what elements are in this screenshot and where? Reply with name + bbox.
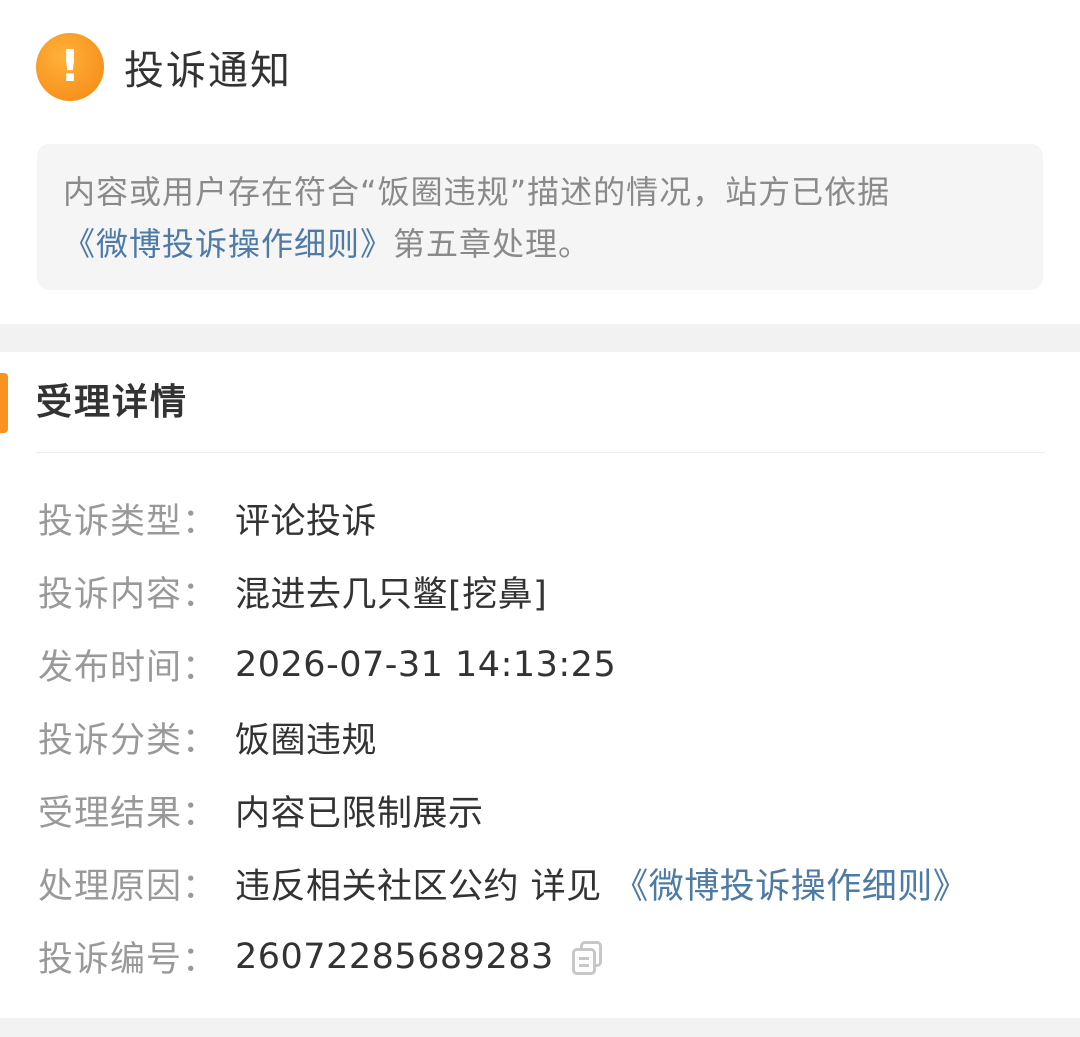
copy-icon[interactable] xyxy=(571,940,606,975)
divider xyxy=(36,452,1045,453)
detail-row-time: 发布时间： 2026-07-31 14:13:25 xyxy=(38,628,1058,701)
reason-text: 违反相关社区公约 详见 xyxy=(235,867,602,907)
detail-label: 投诉类型： xyxy=(38,502,219,542)
notice-text-prefix: 内容或用户存在符合“饭圈违规”描述的情况，站方已依据 xyxy=(63,173,891,211)
rule-link[interactable]: 《微博投诉操作细则》 xyxy=(63,225,393,263)
detail-value: 混进去几只鳖[挖鼻] xyxy=(235,575,548,615)
rule-link[interactable]: 《微博投诉操作细则》 xyxy=(613,867,968,907)
detail-label: 受理结果： xyxy=(38,794,219,834)
detail-row-reason: 处理原因： 违反相关社区公约 详见 《微博投诉操作细则》 xyxy=(38,847,1058,920)
detail-label: 处理原因： xyxy=(38,867,219,907)
detail-row-result: 受理结果： 内容已限制展示 xyxy=(38,774,1058,847)
detail-value: 2026-07-31 14:13:25 xyxy=(235,644,617,685)
detail-row-type: 投诉类型： 评论投诉 xyxy=(38,482,1058,555)
detail-label: 发布时间： xyxy=(38,648,219,688)
notice-text-suffix: 第五章处理。 xyxy=(393,225,592,263)
detail-value: 内容已限制展示 xyxy=(235,794,484,834)
notice-title: 投诉通知 xyxy=(124,48,292,94)
detail-row-content: 投诉内容： 混进去几只鳖[挖鼻] xyxy=(38,555,1058,628)
bottom-separator xyxy=(0,1018,1080,1037)
complaint-id: 26072285689283 xyxy=(235,936,554,977)
section-accent-bar xyxy=(0,373,8,433)
detail-label: 投诉编号： xyxy=(38,940,219,980)
details-list: 投诉类型： 评论投诉 投诉内容： 混进去几只鳖[挖鼻] 发布时间： 2026-0… xyxy=(38,482,1058,993)
detail-value: 评论投诉 xyxy=(235,502,378,542)
detail-value: 饭圈违规 xyxy=(235,721,378,761)
section-separator xyxy=(0,324,1080,352)
complaint-notice-page: ! 投诉通知 内容或用户存在符合“饭圈违规”描述的情况，站方已依据 《微博投诉操… xyxy=(0,0,1080,1037)
detail-label: 投诉分类： xyxy=(38,721,219,761)
detail-row-id: 投诉编号： 26072285689283 xyxy=(38,920,1058,993)
detail-label: 投诉内容： xyxy=(38,575,219,615)
section-title: 受理详情 xyxy=(36,382,189,423)
warning-icon: ! xyxy=(36,33,104,101)
notice-description: 内容或用户存在符合“饭圈违规”描述的情况，站方已依据 《微博投诉操作细则》第五章… xyxy=(37,144,1043,290)
notice-header: ! 投诉通知 xyxy=(36,33,292,101)
detail-row-category: 投诉分类： 饭圈违规 xyxy=(38,701,1058,774)
detail-value: 违反相关社区公约 详见 《微博投诉操作细则》 xyxy=(235,858,968,909)
detail-value: 26072285689283 xyxy=(235,937,606,977)
